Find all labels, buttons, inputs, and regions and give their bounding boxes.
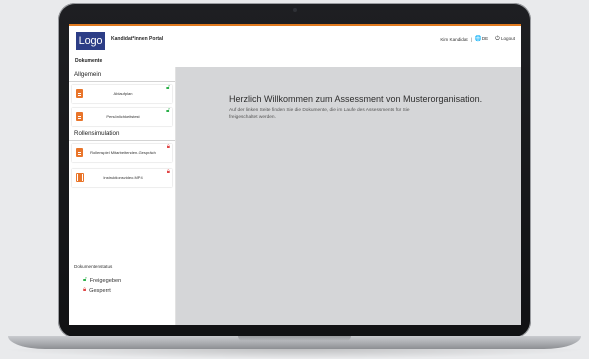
app-screen: Logo Kandidat*innen Portal Kim Kandidat … xyxy=(69,24,521,325)
status-legend-released: 🔓︎ Freigegeben xyxy=(83,277,121,284)
document-icon xyxy=(76,89,83,98)
laptop-notch xyxy=(238,336,351,341)
section-divider xyxy=(69,81,175,82)
section-title-allgemein: Allgemein xyxy=(74,71,102,78)
welcome-text: Auf der linken Seite finden Sie die Doku… xyxy=(229,108,410,120)
page-title: Dokumente xyxy=(75,58,103,64)
document-name: Persönlichkeitstest xyxy=(106,114,140,119)
unlocked-icon: 🔓︎ xyxy=(83,277,87,283)
laptop-shadow xyxy=(0,349,589,359)
welcome-title: Herzlich Willkommen zum Assessment von M… xyxy=(229,94,483,104)
document-icon xyxy=(76,112,83,121)
globe-icon: 🌐 xyxy=(474,36,482,42)
document-item-persoenlichkeitstest[interactable]: Persönlichkeitstest 🔓︎ xyxy=(72,108,172,126)
document-sidebar: Allgemein Ablaufplan 🔓︎ Persönlichkeitst… xyxy=(69,67,176,325)
document-item-rollenspiel[interactable]: Rollenspiel Mitarbeitenden-Gespräch 🔒︎ xyxy=(72,144,172,162)
status-label-locked: Gesperrt xyxy=(89,287,111,294)
document-item-instruktionsvideo[interactable]: Instruktionsvideo.MP4 🔒︎ xyxy=(72,169,172,187)
user-name: Kim Kandidat xyxy=(440,36,468,42)
document-name: Rollenspiel Mitarbeitenden-Gespräch xyxy=(90,150,156,155)
user-area: Kim Kandidat | 🌐DE ⏻ Logout xyxy=(440,36,515,42)
power-icon: ⏻ xyxy=(495,36,500,42)
section-divider xyxy=(69,140,175,141)
logout-button[interactable]: ⏻ Logout xyxy=(495,36,515,42)
logo[interactable]: Logo xyxy=(76,32,105,50)
status-legend-title: Dokumentenstatus xyxy=(74,264,113,269)
logout-label: Logout xyxy=(500,36,515,41)
portal-title: Kandidat*innen Portal xyxy=(111,36,164,42)
document-icon xyxy=(76,148,83,157)
main-content: Herzlich Willkommen zum Assessment von M… xyxy=(176,67,521,325)
video-icon xyxy=(76,173,84,182)
locked-icon: 🔒︎ xyxy=(166,144,170,150)
locked-icon: 🔒︎ xyxy=(83,287,87,293)
webcam xyxy=(292,8,297,12)
app-header: Logo Kandidat*innen Portal Kim Kandidat … xyxy=(69,26,521,56)
status-legend-locked: 🔒︎ Gesperrt xyxy=(83,287,111,294)
locked-icon: 🔒︎ xyxy=(166,169,170,175)
language-switch[interactable]: 🌐DE xyxy=(475,36,488,42)
document-name: Ablaufplan xyxy=(113,91,133,96)
section-title-rollensimulation: Rollensimulation xyxy=(74,130,120,137)
document-item-ablaufplan[interactable]: Ablaufplan 🔓︎ xyxy=(72,85,172,103)
unlocked-icon: 🔓︎ xyxy=(166,108,170,114)
header-separator: | xyxy=(470,36,472,42)
document-name: Instruktionsvideo.MP4 xyxy=(103,175,143,180)
status-label-released: Freigegeben xyxy=(89,277,122,284)
unlocked-icon: 🔓︎ xyxy=(166,85,170,91)
language-label: DE xyxy=(481,36,489,41)
